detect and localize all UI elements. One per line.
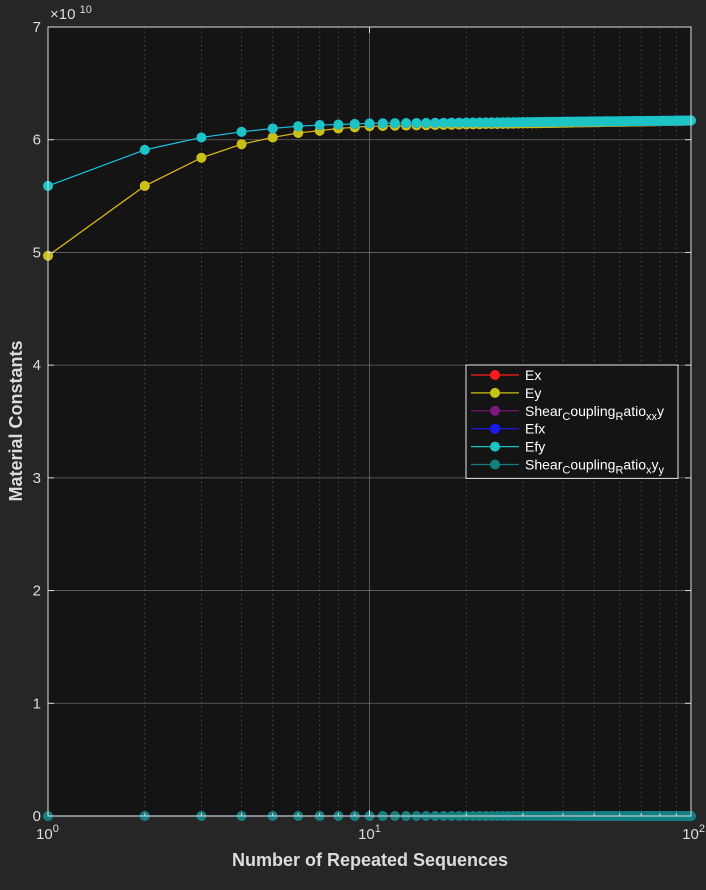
- y-exponent-base: ×10: [50, 6, 75, 23]
- data-point: [139, 144, 150, 155]
- data-point: [411, 117, 422, 128]
- data-point: [196, 132, 207, 143]
- data-point: [421, 117, 432, 128]
- legend-marker: [490, 441, 500, 452]
- x-tick-labels: 100 101 102: [36, 823, 705, 843]
- data-point: [267, 132, 278, 143]
- legend[interactable]: ExEyShearCouplingRatioxxyEfxEfyShearCoup…: [465, 364, 679, 479]
- data-point: [267, 123, 278, 134]
- y-tick-label: 6: [33, 132, 41, 149]
- y-tick-label: 5: [33, 244, 41, 261]
- y-tick-label: 7: [33, 19, 41, 36]
- data-point: [377, 118, 388, 129]
- legend-label: Efy: [525, 439, 545, 455]
- y-tick-label: 3: [33, 470, 41, 487]
- legend-marker: [490, 423, 500, 434]
- x-tick-label: 101: [358, 823, 381, 843]
- data-point: [364, 118, 375, 129]
- data-point: [196, 152, 207, 163]
- data-point: [236, 126, 247, 137]
- x-axis-label: Number of Repeated Sequences: [232, 850, 508, 870]
- y-tick-label: 2: [33, 583, 41, 600]
- material-constants-chart: 0 1 2 3 4 5 6 7 100 101 102 ×10 10 Number of Repe…: [6, 4, 705, 870]
- data-point: [333, 119, 344, 130]
- legend-label: Ex: [525, 367, 541, 383]
- data-point: [293, 121, 304, 132]
- x-tick-label: 102: [682, 823, 705, 843]
- legend-marker: [490, 370, 500, 380]
- y-tick-label: 0: [33, 808, 41, 825]
- legend-label: Efx: [525, 421, 545, 437]
- legend-label: Ey: [525, 385, 541, 401]
- y-exponent-power: 10: [80, 4, 92, 16]
- data-point: [349, 118, 360, 129]
- y-exponent-label: ×10 10: [50, 4, 92, 23]
- legend-marker: [490, 405, 500, 416]
- data-point: [314, 120, 325, 131]
- data-point: [139, 180, 150, 191]
- data-point: [401, 118, 412, 129]
- figure: 0 1 2 3 4 5 6 7 100 101 102 ×10 10 Number of Repe…: [0, 0, 706, 885]
- data-point: [389, 118, 400, 129]
- y-axis-label: Material Constants: [6, 340, 26, 501]
- legend-marker: [490, 387, 500, 398]
- x-tick-label: 100: [36, 823, 59, 843]
- y-tick-label: 4: [33, 357, 41, 374]
- data-point: [236, 139, 247, 150]
- y-tick-labels: 0 1 2 3 4 5 6 7: [33, 19, 41, 825]
- y-tick-label: 1: [33, 695, 41, 712]
- legend-marker: [490, 459, 500, 470]
